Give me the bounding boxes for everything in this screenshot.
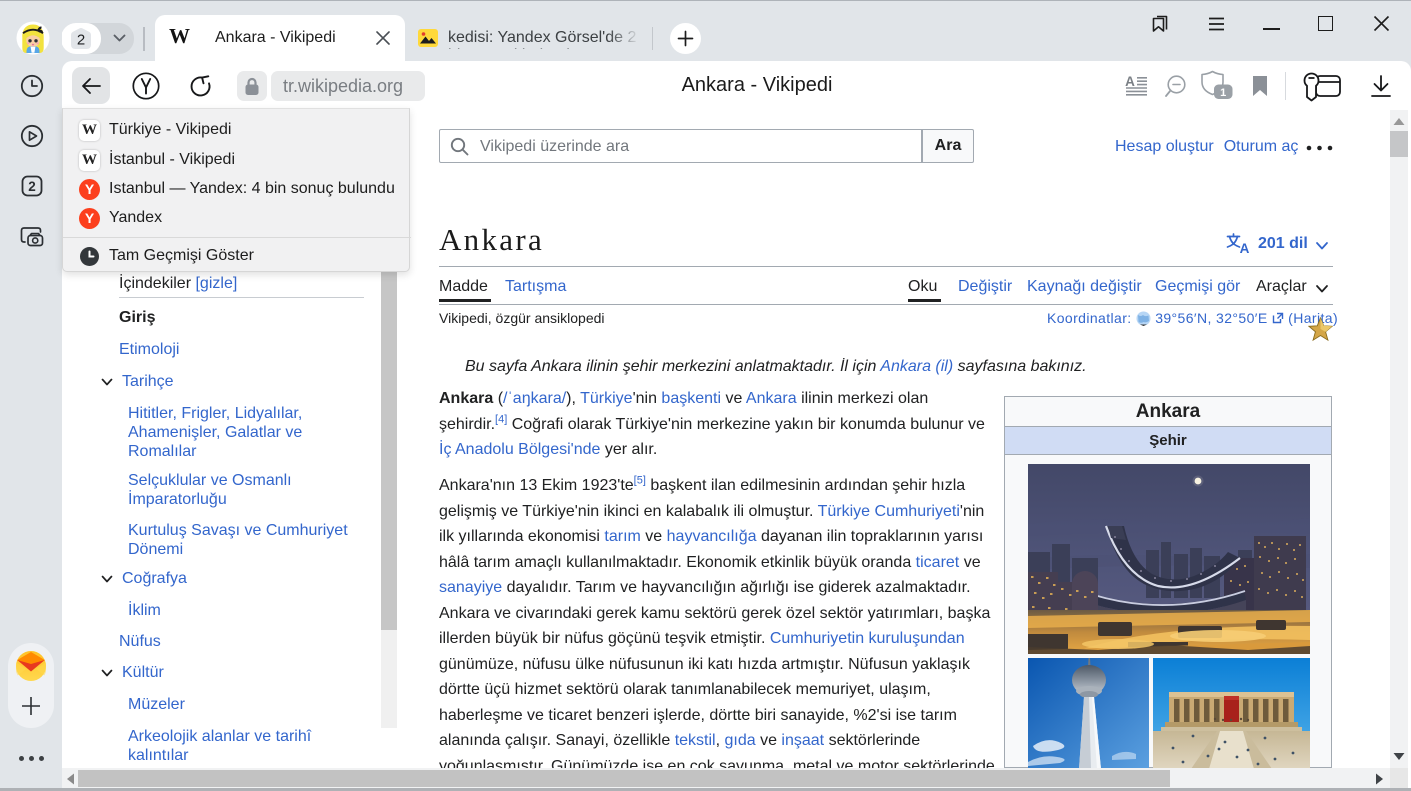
svg-text:2: 2 — [28, 179, 36, 194]
svg-text:2: 2 — [77, 32, 85, 49]
svg-text:A: A — [1125, 75, 1135, 89]
svg-text:A: A — [1240, 241, 1250, 254]
svg-text:1: 1 — [1220, 87, 1226, 99]
